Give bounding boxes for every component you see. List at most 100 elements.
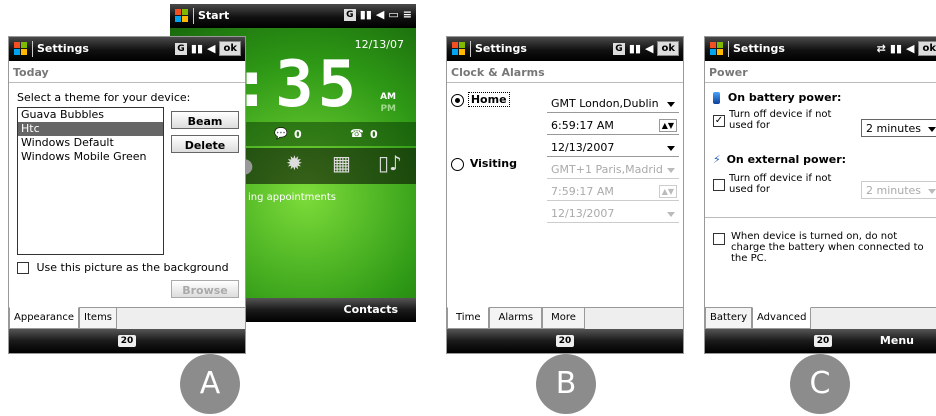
tab-more[interactable]: More (542, 308, 585, 329)
visiting-time-field[interactable]: 7:59:17 AM ▲▼ (547, 183, 679, 201)
charge-checkbox[interactable] (713, 233, 725, 245)
visiting-timezone-value: GMT+1 Paris,Madrid (551, 163, 663, 176)
time-spinner-icon[interactable]: ▲▼ (658, 185, 677, 198)
windows-logo-icon[interactable] (13, 41, 29, 57)
time-spinner-icon[interactable]: ▲▼ (658, 119, 677, 132)
background-option[interactable]: Use this picture as the background (17, 261, 229, 274)
tab-alarms[interactable]: Alarms (489, 308, 543, 329)
battery-timeout-select[interactable]: 2 minutes (861, 119, 936, 137)
visiting-date-value: 12/13/2007 (551, 207, 615, 220)
softkey-bar: 20 (9, 329, 245, 353)
call-icon[interactable]: ☎ (350, 127, 364, 140)
external-heading-text: On external power: (726, 153, 847, 166)
list-item[interactable]: Windows Default (18, 136, 163, 150)
menu-lines-icon[interactable]: ≡ (403, 8, 412, 21)
call-count: 0 (370, 128, 378, 141)
chevron-down-icon (667, 102, 675, 107)
radio-unselected-icon[interactable] (451, 157, 464, 171)
preview-title-bar: Start G ▮▮ ◀ ▭ ≡ (170, 4, 416, 28)
visiting-radio[interactable]: Visiting (451, 157, 517, 171)
charge-option-label: When device is turned on, do not charge … (731, 231, 924, 264)
delete-button[interactable]: Delete (171, 135, 239, 153)
preview-am: AM (380, 92, 396, 102)
visiting-time-value: 7:59:17 AM (551, 185, 614, 198)
volume-icon[interactable]: ◀ (207, 42, 215, 55)
external-heading: ⚡ On external power: (713, 153, 846, 166)
external-timeout-value: 2 minutes (866, 184, 922, 197)
external-checkbox[interactable] (713, 179, 725, 191)
home-date-select[interactable]: 12/13/2007 (547, 139, 679, 157)
tab-battery[interactable]: Battery (705, 308, 753, 329)
charge-option[interactable]: When device is turned on, do not charge … (713, 231, 933, 264)
home-time-field[interactable]: 6:59:17 AM ▲▼ (547, 117, 679, 135)
background-checkbox[interactable] (17, 262, 29, 274)
message-count: 0 (294, 128, 302, 141)
contacts-softkey[interactable]: Contacts (344, 303, 398, 316)
softkey-bar: 20 Menu (705, 329, 936, 353)
list-item[interactable]: Guava Bubbles (18, 108, 163, 122)
tab-time[interactable]: Time (447, 307, 490, 329)
visiting-timezone-select[interactable]: GMT+1 Paris,Madrid (547, 161, 679, 179)
tab-items[interactable]: Items (79, 308, 118, 329)
volume-icon[interactable]: ◀ (645, 42, 653, 55)
ok-button[interactable]: ok (219, 41, 241, 56)
battery-heading: On battery power: (713, 91, 841, 104)
preview-title: Start (198, 9, 230, 22)
chevron-down-icon (667, 212, 675, 217)
home-radio[interactable]: Home (451, 92, 510, 107)
keyboard-icon[interactable]: 20 (118, 335, 136, 347)
list-item[interactable]: Windows Mobile Green (18, 150, 163, 164)
home-label: Home (467, 92, 510, 107)
message-icon[interactable]: 💬 (274, 127, 288, 140)
screen-c-power: Settings ⇄ ▮▮ ◀ ok Power On battery powe… (704, 36, 936, 354)
section-header: Today (9, 61, 245, 83)
window-title: Settings (37, 42, 89, 55)
signal-icon: ▮▮ (628, 42, 641, 55)
sync-arrows-icon: ⇄ (876, 42, 886, 55)
tab-advanced[interactable]: Advanced (752, 307, 812, 329)
window-title: Settings (475, 42, 527, 55)
menu-softkey[interactable]: Menu (880, 334, 914, 347)
battery-checkbox[interactable]: ✓ (713, 115, 725, 127)
beam-button[interactable]: Beam (171, 111, 239, 129)
label-b: B (536, 354, 596, 414)
battery-heading-text: On battery power: (727, 91, 842, 104)
battery-option-label: Turn off device if not used for (729, 109, 832, 131)
phone-icon[interactable]: ▯♪ (378, 151, 402, 175)
windows-logo-icon[interactable] (451, 41, 467, 57)
programs-grid-icon[interactable]: ▦ (332, 151, 351, 175)
external-option[interactable]: Turn off device if not used for (713, 173, 858, 195)
ok-button[interactable]: ok (657, 41, 679, 56)
browse-button[interactable]: Browse (171, 280, 239, 298)
appointments-text: ing appointments (248, 192, 336, 203)
divider (705, 217, 936, 218)
signal-icon: ▮▮ (190, 42, 203, 55)
home-timezone-select[interactable]: GMT London,Dublin (547, 95, 679, 113)
tab-appearance[interactable]: Appearance (9, 307, 80, 329)
screen-b-clock: Settings G ▮▮ ◀ ok Clock & Alarms Home G… (446, 36, 684, 354)
battery-option[interactable]: ✓ Turn off device if not used for (713, 109, 858, 131)
preview-pm: PM (380, 104, 396, 114)
weather-sun-icon[interactable]: ✹ (286, 151, 303, 175)
home-time-value: 6:59:17 AM (551, 119, 614, 132)
ok-button[interactable]: ok (918, 41, 936, 56)
volume-icon[interactable]: ◀ (376, 8, 384, 21)
external-timeout-select[interactable]: 2 minutes (861, 181, 936, 199)
home-date-value: 12/13/2007 (551, 141, 615, 154)
windows-logo-icon[interactable] (709, 41, 725, 57)
keyboard-icon[interactable]: 20 (814, 335, 832, 347)
preview-date: 12/13/07 (354, 38, 404, 51)
radio-selected-icon[interactable] (451, 93, 464, 107)
title-bar: Settings G ▮▮ ◀ ok (9, 37, 245, 61)
keyboard-icon[interactable]: 20 (556, 335, 574, 347)
home-timezone-value: GMT London,Dublin (551, 97, 659, 110)
chevron-down-icon (928, 189, 936, 194)
signal-icon: ▮▮ (889, 42, 902, 55)
visiting-date-select[interactable]: 12/13/2007 (547, 205, 679, 223)
battery-icon: ▭ (388, 8, 399, 21)
background-option-label: Use this picture as the background (36, 261, 229, 274)
window-title: Settings (733, 42, 785, 55)
list-item-selected[interactable]: Htc (18, 122, 163, 136)
volume-icon[interactable]: ◀ (906, 42, 914, 55)
theme-list[interactable]: Guava Bubbles Htc Windows Default Window… (17, 107, 164, 255)
